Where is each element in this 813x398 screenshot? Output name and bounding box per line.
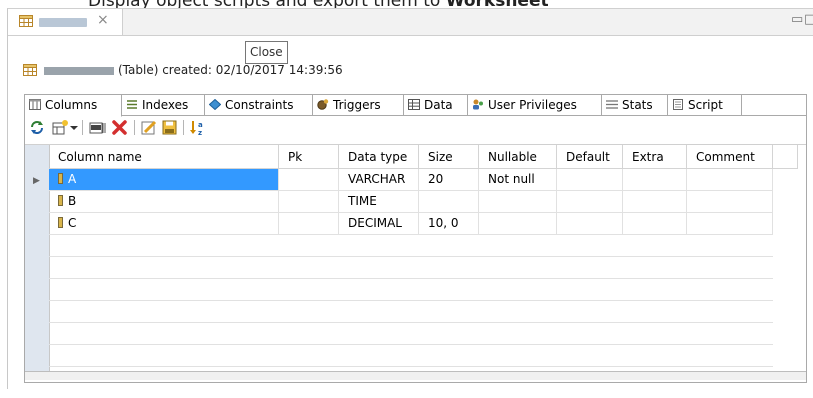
cell-nullable[interactable] <box>479 191 557 213</box>
tab-user-privileges[interactable]: User Privileges <box>468 95 602 116</box>
header-column-name[interactable]: Column name <box>49 145 279 169</box>
refresh-icon[interactable] <box>28 119 46 136</box>
current-row-marker-icon: ▶ <box>33 176 40 186</box>
delete-icon[interactable] <box>111 119 129 136</box>
sort-az-icon[interactable]: az <box>189 119 207 136</box>
tab-title-redacted <box>39 18 87 27</box>
table-created-text: (Table) created: 02/10/2017 14:39:56 <box>118 63 343 77</box>
toolbar-separator <box>82 120 83 135</box>
empty-row <box>49 257 773 279</box>
stats-icon <box>606 100 618 109</box>
columns-icon <box>29 99 41 110</box>
tab-stats[interactable]: Stats <box>602 95 668 116</box>
header-filler <box>773 145 798 169</box>
ref-icon[interactable] <box>89 119 107 136</box>
editor-tab-strip: × ▭ □ <box>8 9 813 36</box>
editor-tab[interactable]: × <box>8 9 123 35</box>
close-tooltip: Close <box>245 41 288 64</box>
columns-grid: ▶ Column name Pk Data type Size Nullable… <box>25 144 806 383</box>
empty-row <box>49 301 773 323</box>
cell-column-name-text: B <box>68 194 77 208</box>
cell-extra[interactable] <box>623 213 687 235</box>
cell-column-name-text: C <box>68 216 77 230</box>
horizontal-scrollbar[interactable] <box>25 371 806 380</box>
cell-column-name[interactable]: A <box>49 169 279 191</box>
cell-column-name[interactable]: C <box>49 213 279 235</box>
toolbar-separator <box>134 120 135 135</box>
columns-toolbar: az <box>25 116 806 139</box>
table-name-redacted <box>44 67 114 75</box>
column-icon <box>58 195 63 206</box>
svg-text:z: z <box>198 129 202 136</box>
constraints-icon <box>209 99 221 110</box>
cell-extra[interactable] <box>623 169 687 191</box>
header-size[interactable]: Size <box>419 145 479 169</box>
cell-extra[interactable] <box>623 191 687 213</box>
tab-script-label: Script <box>688 98 723 112</box>
tab-constraints[interactable]: Constraints <box>205 95 313 116</box>
tab-script[interactable]: Script <box>668 95 742 116</box>
triggers-icon <box>317 99 329 110</box>
header-extra[interactable]: Extra <box>623 145 687 169</box>
tab-triggers[interactable]: Triggers <box>313 95 404 116</box>
cell-default[interactable] <box>557 169 623 191</box>
cell-default[interactable] <box>557 191 623 213</box>
column-icon <box>58 173 63 184</box>
cell-data-type[interactable]: DECIMAL <box>339 213 419 235</box>
maximize-icon[interactable]: □ <box>804 12 813 27</box>
header-default[interactable]: Default <box>557 145 623 169</box>
save-icon[interactable] <box>161 119 179 136</box>
tab-user-privileges-label: User Privileges <box>488 98 577 112</box>
add-column-icon[interactable] <box>51 119 69 136</box>
tab-constraints-label: Constraints <box>225 98 294 112</box>
cell-comment[interactable] <box>687 213 773 235</box>
column-icon <box>58 217 63 228</box>
cell-nullable[interactable]: Not null <box>479 169 557 191</box>
tab-indexes[interactable]: Indexes <box>122 95 205 116</box>
dropdown-arrow-icon[interactable] <box>69 119 79 136</box>
cell-data-type[interactable]: TIME <box>339 191 419 213</box>
cell-size[interactable]: 10, 0 <box>419 213 479 235</box>
cell-pk[interactable] <box>279 169 339 191</box>
tab-triggers-label: Triggers <box>333 98 381 112</box>
cell-size[interactable]: 20 <box>419 169 479 191</box>
script-icon <box>673 99 683 110</box>
property-tabs: Columns Indexes Constraints Triggers Dat… <box>25 95 806 117</box>
header-pk[interactable]: Pk <box>279 145 339 169</box>
data-icon <box>408 99 420 110</box>
cell-comment[interactable] <box>687 169 773 191</box>
close-icon[interactable]: × <box>97 12 109 28</box>
table-properties-panel: Columns Indexes Constraints Triggers Dat… <box>24 94 807 383</box>
cell-column-name-text: A <box>68 172 77 186</box>
tab-data[interactable]: Data <box>404 95 468 116</box>
minimize-icon[interactable]: ▭ <box>791 12 803 27</box>
cell-nullable[interactable] <box>479 213 557 235</box>
cell-data-type[interactable]: VARCHAR <box>339 169 419 191</box>
empty-row <box>49 323 773 345</box>
cell-pk[interactable] <box>279 191 339 213</box>
tab-stats-label: Stats <box>622 98 653 112</box>
tab-data-label: Data <box>424 98 453 112</box>
cell-column-name[interactable]: B <box>49 191 279 213</box>
user-privileges-icon <box>473 99 483 110</box>
cell-pk[interactable] <box>279 213 339 235</box>
edit-icon[interactable] <box>140 119 158 136</box>
header-data-type[interactable]: Data type <box>339 145 419 169</box>
empty-row <box>49 279 773 301</box>
empty-row <box>49 345 773 367</box>
tab-columns-label: Columns <box>45 98 98 112</box>
toolbar-separator <box>183 120 184 135</box>
table-icon <box>19 15 33 27</box>
svg-text:a: a <box>198 121 203 129</box>
table-icon <box>23 64 37 76</box>
cell-comment[interactable] <box>687 191 773 213</box>
cell-size[interactable] <box>419 191 479 213</box>
tab-columns[interactable]: Columns <box>25 95 122 117</box>
tab-indexes-label: Indexes <box>142 98 189 112</box>
header-comment[interactable]: Comment <box>687 145 773 169</box>
empty-row <box>49 235 773 257</box>
indexes-icon <box>127 100 137 109</box>
cell-default[interactable] <box>557 213 623 235</box>
header-nullable[interactable]: Nullable <box>479 145 557 169</box>
